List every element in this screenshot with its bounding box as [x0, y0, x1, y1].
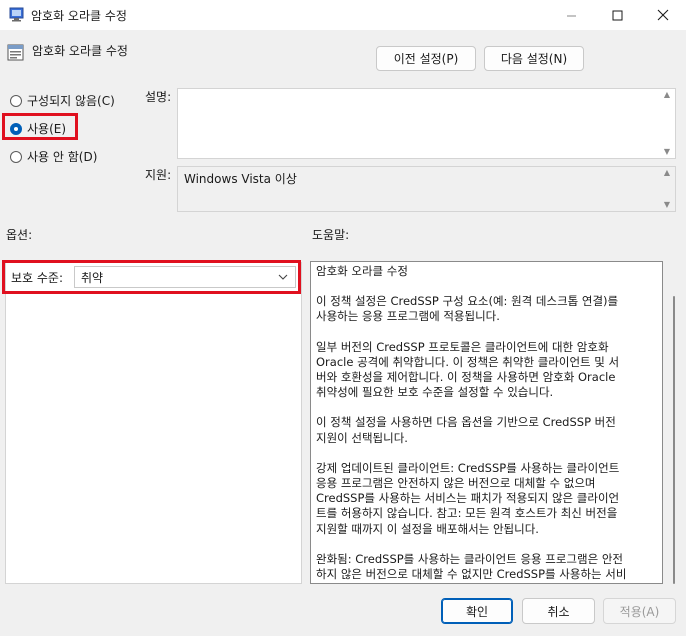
options-panel — [5, 262, 302, 584]
maximize-button[interactable] — [594, 0, 640, 30]
radio-enabled[interactable]: 사용(E) — [10, 120, 66, 137]
radio-circle[interactable] — [10, 94, 22, 107]
help-scrollbar-thumb[interactable] — [673, 296, 675, 584]
highlight-box — [2, 260, 301, 294]
radio-label: 구성되지 않음(C) — [27, 94, 115, 108]
help-label: 도움말: — [312, 228, 350, 242]
help-paragraph: 강제 업데이트된 클라이언트: CredSSP를 사용하는 클라이언트 응용 프… — [316, 460, 620, 536]
radio-label: 사용(E) — [27, 122, 67, 136]
apply-button[interactable]: 적용(A) — [603, 598, 676, 624]
radio-circle-checked[interactable] — [10, 122, 22, 135]
cancel-button[interactable]: 취소 — [522, 598, 595, 624]
policy-window-icon — [9, 7, 24, 22]
policy-title: 암호화 오라클 수정 — [32, 44, 128, 58]
help-paragraph: 완화됨: CredSSP를 사용하는 클라이언트 응용 프로그램은 안전 하지 … — [316, 551, 627, 583]
comment-label: 설명: — [145, 90, 172, 104]
scroll-down-icon[interactable]: ▼ — [664, 199, 670, 211]
radio-disabled[interactable]: 사용 안 함(D) — [10, 148, 97, 165]
maximize-icon — [612, 10, 622, 20]
next-setting-button[interactable]: 다음 설정(N) — [484, 46, 584, 71]
supported-on-label: 지원: — [145, 168, 172, 182]
help-text-panel[interactable]: 암호화 오라클 수정이 정책 설정은 CredSSP 구성 요소(예: 원격 데… — [310, 261, 663, 584]
minimize-button[interactable] — [548, 0, 594, 30]
window-title: 암호화 오라클 수정 — [31, 9, 127, 23]
help-text: 암호화 오라클 수정이 정책 설정은 CredSSP 구성 요소(예: 원격 데… — [311, 262, 662, 583]
minimize-icon — [566, 15, 576, 16]
help-paragraph: 이 정책 설정은 CredSSP 구성 요소(예: 원격 데스크톱 연결)를 사… — [316, 294, 619, 324]
scroll-up-icon[interactable]: ▲ — [664, 89, 670, 101]
comment-textarea[interactable]: ▲ ▼ — [177, 88, 676, 159]
help-paragraph: 일부 버전의 CredSSP 프로토콜은 클라이언트에 대한 암호화 Oracl… — [316, 339, 620, 400]
comment-scrollbar[interactable]: ▲ ▼ — [659, 89, 675, 158]
radio-not-configured[interactable]: 구성되지 않음(C) — [10, 92, 115, 109]
scroll-up-icon[interactable]: ▲ — [664, 167, 670, 179]
ok-button[interactable]: 확인 — [441, 598, 513, 624]
close-button[interactable] — [640, 0, 686, 30]
help-paragraph: 암호화 오라클 수정 — [316, 264, 408, 278]
policy-setting-icon — [7, 44, 24, 61]
close-icon — [657, 9, 669, 21]
previous-setting-button[interactable]: 이전 설정(P) — [376, 46, 476, 71]
radio-circle[interactable] — [10, 150, 22, 163]
options-label: 옵션: — [6, 228, 33, 242]
supported-scrollbar[interactable]: ▲ ▼ — [659, 167, 675, 211]
supported-on-value: Windows Vista 이상 — [184, 172, 297, 186]
radio-label: 사용 안 함(D) — [27, 150, 98, 164]
help-paragraph: 이 정책 설정을 사용하면 다음 옵션을 기반으로 CredSSP 버전 지원이… — [316, 415, 616, 445]
scroll-down-icon[interactable]: ▼ — [664, 146, 670, 158]
